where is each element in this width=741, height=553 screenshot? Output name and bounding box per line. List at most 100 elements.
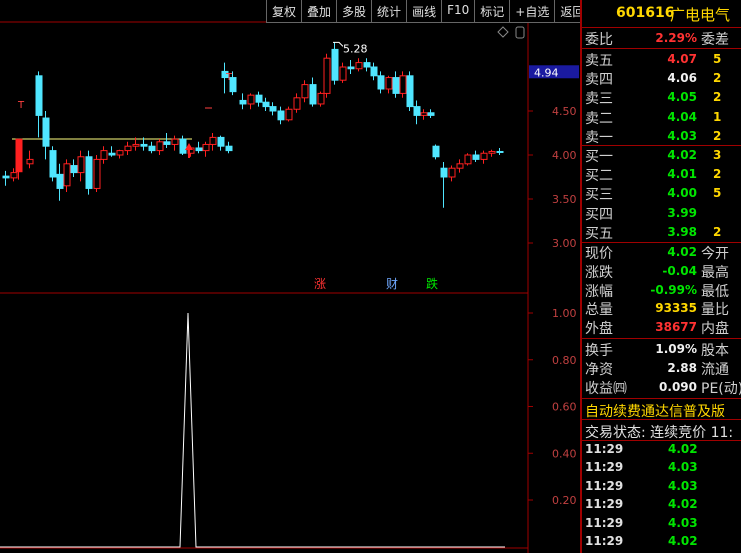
candle-body [132,143,140,147]
toolbar-button-7[interactable]: +自选 [509,0,555,23]
stat2-row-1: 净资 2.88 流通 [585,359,741,378]
banner-link[interactable]: 自动续费通达信普及版 [585,401,725,421]
sell-row-0: 卖五 4.07 5 [585,50,741,69]
candle-body [496,150,504,153]
candle-body [317,92,325,105]
candle-body [116,150,124,156]
diff-label: 委差 [701,32,729,48]
candlestick-chart[interactable]: 4.50 4.00 3.50 3.00 4.94 5.28 T T 涨 财 跌 1.00 0.80 0.6… [0,0,580,553]
tick-time: 11:29 [585,534,624,548]
tick-price: 4.03 [668,460,698,475]
candle-body [347,66,355,70]
candle-body [209,136,217,145]
stock-name: 广电电气 [670,6,731,24]
sell-row-3: 卖二 4.04 1 [585,108,741,127]
candle-body [420,112,428,116]
order-ratio-row: 委比 2.29% 委差 [585,29,741,48]
buy-row-3: 买四 3.99 [585,204,741,223]
indicator-tick-label: 1.00 [552,307,577,320]
candle-body [448,167,456,178]
candle-body [385,77,393,90]
toolbar-button-5[interactable]: F10 [441,0,475,23]
stock-title: 601616 广电电气 [582,2,741,26]
candle-body [70,165,78,174]
price-tick-label: 4.50 [552,105,577,118]
sell-value: 4.04 [667,109,697,124]
candle-body [35,75,43,116]
candle-body [140,143,148,147]
stat2-row-2: 收益㈣ 0.090 PE(动) [585,378,741,397]
stat2-label: 换手 [585,343,613,359]
sell-volume: 1 [713,109,722,124]
stat-value: -0.04 [662,263,697,278]
event-marker-1: 财 [386,277,398,291]
tick-price: 4.03 [668,478,698,493]
chart-area[interactable]: 4.50 4.00 3.50 3.00 4.94 5.28 T T 涨 财 跌 1.00 0.80 0.6… [0,0,580,553]
candle-body [323,57,331,94]
t-marker: T [225,72,233,83]
candle-body [156,141,164,152]
candle-body [480,152,488,160]
candle-body [277,110,285,121]
price-tick-label: 3.00 [552,237,577,250]
candle-body [26,158,34,165]
sell-value: 4.06 [667,71,697,86]
toolbar-button-4[interactable]: 画线 [406,0,442,23]
candle-body [195,147,203,152]
sell-volume: 2 [713,90,722,105]
sell-volume: 2 [713,128,722,143]
stat-label2: 内盘 [701,321,729,338]
stat2-label2: 流通 [701,362,729,378]
sell-value: 4.05 [667,90,697,105]
candle-body [472,154,480,160]
candle-body [456,163,464,169]
candle-body [10,172,18,179]
chart-toolbar: 复权 叠加 多股 统计 画线 F10 标记 +自选 返回 [266,0,590,23]
candle-body [77,156,85,174]
candle-body [399,75,407,94]
toolbar-button-1[interactable]: 叠加 [301,0,337,23]
price-tick-label: 3.50 [552,193,577,206]
indicator-tick-label: 0.40 [552,447,577,460]
sell-row-4: 卖一 4.03 2 [585,127,741,146]
t-marker: T [17,100,25,111]
candle-body [255,94,263,103]
stat-row-2: 涨幅 -0.99% 最低 [585,281,741,300]
candle-body [179,138,187,154]
tick-price: 4.02 [668,442,698,456]
candle-body [56,173,64,189]
current-price-text: 4.94 [534,66,559,79]
sell-row-1: 卖四 4.06 2 [585,69,741,88]
stat-label: 总量 [585,302,613,319]
toolbar-button-2[interactable]: 多股 [336,0,372,23]
stat-label2: 量比 [701,302,729,319]
toolbar-button-3[interactable]: 统计 [371,0,407,23]
candle-body [285,108,293,121]
sell-label: 卖四 [585,72,613,89]
sell-volume: 5 [713,52,722,66]
stat-label: 外盘 [585,321,613,338]
candle-body [108,152,116,156]
candle-body [63,163,71,187]
stat-row-0: 现价 4.02 今开 [585,243,741,262]
buy-value: 3.98 [667,224,697,239]
indicator-line [0,312,505,548]
buy-volume: 5 [713,186,722,201]
ratio-value: 2.29% [655,31,697,45]
sell-label: 卖五 [585,53,613,69]
sell-volume: 2 [713,71,722,86]
toolbar-button-6[interactable]: 标记 [474,0,510,23]
stat-label2: 今开 [701,246,729,262]
candle-body [42,117,50,147]
candle-body [217,136,225,147]
candle-body [406,75,414,108]
candle-body [309,84,317,105]
candle-body [2,175,10,179]
stat-value: 4.02 [667,245,697,259]
event-marker-0: 涨 [314,276,326,291]
sell-row-2: 卖三 4.05 2 [585,88,741,107]
toolbar-button-0[interactable]: 复权 [266,0,302,23]
buy-row-1: 买二 4.01 2 [585,165,741,184]
candle-body [392,77,400,94]
sell-label: 卖三 [585,91,613,108]
